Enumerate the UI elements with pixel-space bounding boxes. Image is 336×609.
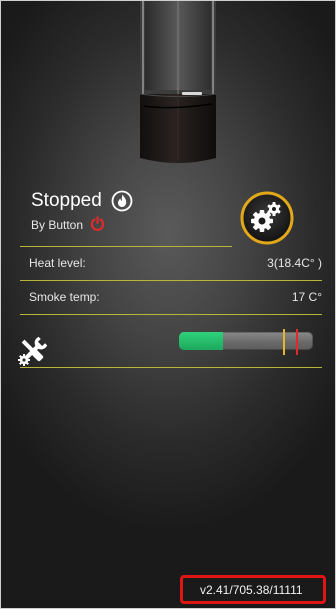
smoke-temp-label: Smoke temp: bbox=[29, 290, 100, 304]
level-marker-yellow bbox=[283, 329, 285, 355]
heat-level-label: Heat level: bbox=[29, 256, 86, 270]
smoke-temp-value: 17 C° bbox=[291, 290, 322, 304]
version-text: v2.41/705.38/11111 bbox=[200, 583, 303, 597]
smoke-temp-divider bbox=[20, 314, 322, 315]
power-icon bbox=[90, 216, 105, 231]
wrench-screwdriver-icon[interactable] bbox=[16, 335, 50, 367]
level-bar-fill bbox=[179, 332, 224, 350]
level-bar bbox=[179, 332, 313, 350]
heat-level-value: 3(18.4C° ) bbox=[267, 256, 322, 270]
gear-icon bbox=[240, 191, 294, 245]
status-divider bbox=[20, 246, 232, 247]
flame-icon bbox=[111, 190, 133, 212]
tools-divider bbox=[20, 367, 322, 368]
status-title: Stopped bbox=[31, 190, 102, 211]
level-marker-red bbox=[296, 329, 298, 355]
stove-illustration bbox=[132, 0, 224, 166]
status-reason: By Button bbox=[31, 218, 84, 232]
settings-button[interactable] bbox=[240, 191, 294, 245]
heat-level-divider bbox=[20, 280, 322, 281]
